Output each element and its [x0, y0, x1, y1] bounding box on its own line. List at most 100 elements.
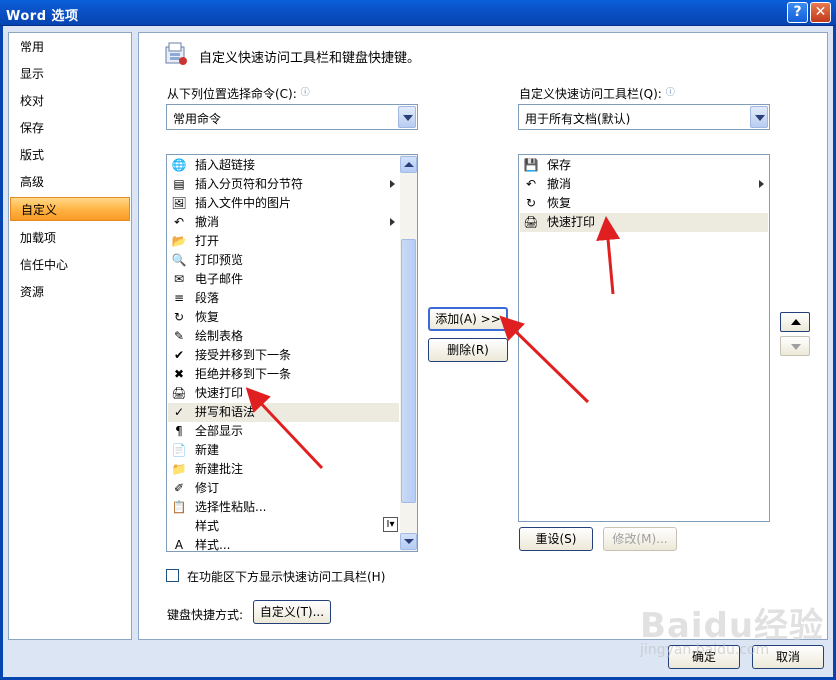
command-row[interactable]: ✔ 接受并移到下一条	[168, 346, 399, 365]
command-label: 插入分页符和分节符	[195, 177, 304, 191]
qat-commands-list[interactable]: 💾 保存 ↶ 撤消 ↻ 恢复 🖨 快速打印	[518, 154, 770, 522]
command-label: 插入文件中的图片	[195, 196, 292, 210]
command-row[interactable]: ✐ 修订	[168, 479, 399, 498]
toolbar-customize-icon	[165, 42, 187, 65]
command-row[interactable]: ↻ 恢复	[168, 308, 399, 327]
nav-item-save[interactable]: 保存	[10, 116, 130, 140]
command-row[interactable]: 🌐 插入超链接	[168, 156, 399, 175]
nav-item-common[interactable]: 常用	[10, 35, 130, 59]
command-icon: ↶	[173, 215, 185, 229]
command-label: 插入超链接	[195, 158, 256, 172]
command-row[interactable]: ¶ 全部显示	[168, 422, 399, 441]
qat-scope-combo[interactable]: 用于所有文档(默认)	[518, 104, 770, 130]
remove-button[interactable]: 删除(R)	[428, 338, 508, 362]
command-icon	[171, 519, 187, 534]
scroll-up-button[interactable]	[400, 156, 417, 173]
info-icon: ⓘ	[665, 88, 675, 98]
style-dropdown-icon[interactable]: I▾	[383, 517, 398, 532]
command-icon: ▤	[173, 177, 185, 191]
command-icon: 🖼	[171, 196, 187, 210]
qat-command-row[interactable]: ↶ 撤消	[520, 175, 768, 194]
command-icon: ≡	[173, 291, 185, 305]
choose-commands-combo[interactable]: 常用命令	[166, 104, 418, 130]
submenu-arrow-icon	[390, 218, 395, 226]
command-label: 拼写和语法	[195, 405, 256, 419]
commands-scrollbar[interactable]	[400, 155, 417, 551]
command-row[interactable]: 📋 选择性粘贴...	[168, 498, 399, 517]
command-row[interactable]: ✉ 电子邮件	[168, 270, 399, 289]
title-bar: Word 选项 ? ✕	[0, 0, 836, 26]
command-label: 接受并移到下一条	[195, 348, 292, 362]
close-button[interactable]: ✕	[810, 2, 831, 23]
command-label: 打开	[195, 234, 220, 248]
window-title: Word 选项	[6, 9, 79, 24]
command-label: 恢复	[195, 310, 220, 324]
qat-command-label: 恢复	[547, 196, 572, 210]
choose-commands-value: 常用命令	[173, 112, 222, 126]
nav-item-resources[interactable]: 资源	[10, 280, 130, 304]
options-nav: 常用 显示 校对 保存 版式 高级 自定义 加载项 信任中心 资源	[8, 32, 132, 640]
command-row[interactable]: 📁 新建批注	[168, 460, 399, 479]
scroll-down-button[interactable]	[400, 533, 417, 550]
command-label: 拒绝并移到下一条	[195, 367, 292, 381]
chevron-down-icon[interactable]	[398, 106, 416, 128]
help-button[interactable]: ?	[787, 2, 808, 23]
qat-command-label: 快速打印	[547, 215, 596, 229]
command-row[interactable]: 🔍 打印预览	[168, 251, 399, 270]
customize-panel: 自定义快速访问工具栏和键盘快捷键。 从下列位置选择命令(C): ⓘ 常用命令 🌐…	[138, 32, 828, 640]
show-qat-below-checkbox[interactable]	[166, 569, 179, 582]
nav-item-addins[interactable]: 加载项	[10, 226, 130, 250]
nav-item-proofing[interactable]: 校对	[10, 89, 130, 113]
command-icon: ↶	[525, 177, 537, 191]
customize-keyboard-button[interactable]: 自定义(T)...	[253, 600, 331, 624]
watermark-logo: Baidu经验	[640, 606, 825, 646]
watermark-url: jingyan.baidu.com	[640, 642, 770, 658]
command-row[interactable]: 📄 新建	[168, 441, 399, 460]
command-icon: 💾	[523, 158, 539, 172]
command-icon: ✖	[173, 367, 185, 381]
command-row[interactable]: A 样式...	[168, 536, 399, 552]
command-icon: ↻	[525, 196, 537, 210]
command-icon: ✔	[173, 348, 185, 362]
command-label: 电子邮件	[195, 272, 244, 286]
command-icon: 📁	[171, 462, 187, 476]
add-button[interactable]: 添加(A) >>	[428, 307, 508, 331]
command-row[interactable]: ✓ 拼写和语法	[168, 403, 399, 422]
nav-item-layout[interactable]: 版式	[10, 143, 130, 167]
nav-item-advanced[interactable]: 高级	[10, 170, 130, 194]
qat-command-row[interactable]: 💾 保存	[520, 156, 768, 175]
command-row[interactable]: ↶ 撤消	[168, 213, 399, 232]
nav-item-trust-center[interactable]: 信任中心	[10, 253, 130, 277]
command-row[interactable]: 📂 打开	[168, 232, 399, 251]
command-label: 样式...	[195, 538, 231, 552]
command-row[interactable]: ✎ 绘制表格	[168, 327, 399, 346]
command-icon: 🖨	[523, 215, 539, 229]
nav-item-display[interactable]: 显示	[10, 62, 130, 86]
command-row[interactable]: ✖ 拒绝并移到下一条	[168, 365, 399, 384]
command-row[interactable]: ≡ 段落	[168, 289, 399, 308]
modify-button: 修改(M)...	[603, 527, 677, 551]
command-icon: ✐	[173, 481, 185, 495]
command-label: 新建批注	[195, 462, 244, 476]
panel-header: 自定义快速访问工具栏和键盘快捷键。	[199, 51, 421, 66]
command-row[interactable]: 🖼 插入文件中的图片	[168, 194, 399, 213]
scroll-thumb[interactable]	[401, 239, 416, 503]
command-icon: ✉	[173, 272, 185, 286]
move-up-button[interactable]	[780, 312, 810, 332]
available-commands-list[interactable]: 🌐 插入超链接 ▤ 插入分页符和分节符 🖼 插入文件中的图片 ↶ 撤消 📂 打开 🔍 打印预览 ✉ 电子邮…	[166, 154, 418, 552]
qat-command-row[interactable]: 🖨 快速打印	[520, 213, 768, 232]
chevron-down-icon[interactable]	[750, 106, 768, 128]
command-row[interactable]: 样式	[168, 517, 399, 536]
qat-scope-value: 用于所有文档(默认)	[525, 112, 631, 126]
nav-item-customize[interactable]: 自定义	[10, 197, 130, 221]
qat-command-row[interactable]: ↻ 恢复	[520, 194, 768, 213]
keyboard-shortcuts-label: 键盘快捷方式:	[167, 608, 244, 622]
show-qat-below-label: 在功能区下方显示快速访问工具栏(H)	[187, 570, 386, 584]
command-icon: ✓	[173, 405, 185, 419]
qat-command-label: 保存	[547, 158, 572, 172]
command-label: 选择性粘贴...	[195, 500, 267, 514]
reset-button[interactable]: 重设(S)	[519, 527, 593, 551]
command-icon: 🔍	[171, 253, 187, 267]
command-row[interactable]: 🖨 快速打印	[168, 384, 399, 403]
command-row[interactable]: ▤ 插入分页符和分节符	[168, 175, 399, 194]
